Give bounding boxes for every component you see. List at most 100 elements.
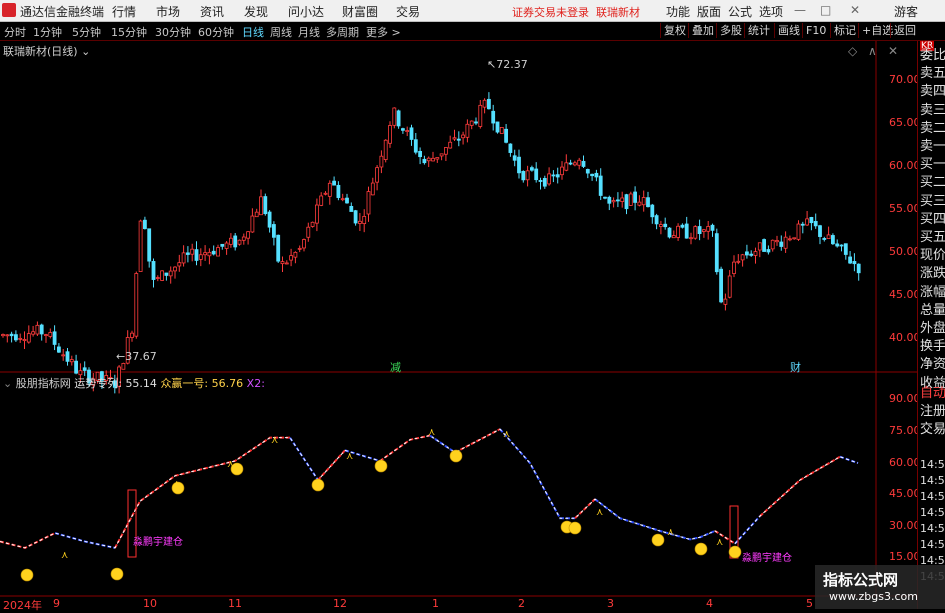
candle-body bbox=[702, 229, 706, 232]
close-pane-icon[interactable]: ✕ bbox=[888, 44, 898, 58]
menu-item-function[interactable]: 功能 bbox=[666, 3, 690, 20]
menu-item-wealth[interactable]: 财富圈 bbox=[342, 3, 378, 20]
candle-body bbox=[370, 182, 375, 196]
button-stats[interactable]: 统计 bbox=[744, 23, 773, 38]
button-draw[interactable]: 画线 bbox=[774, 23, 803, 38]
period-tab-60min[interactable]: 60分钟 bbox=[198, 24, 234, 40]
candle-body bbox=[452, 137, 457, 140]
chevron-down-icon[interactable]: ⌄ bbox=[81, 45, 90, 58]
period-tab-monthly[interactable]: 月线 bbox=[298, 24, 320, 40]
button-fuquan[interactable]: 复权 bbox=[660, 23, 689, 38]
candle-body bbox=[538, 180, 543, 182]
candle-body bbox=[491, 110, 496, 124]
menu-item-discover[interactable]: 发现 bbox=[244, 3, 268, 20]
candle-body bbox=[689, 237, 693, 240]
arrow-icon: ⋏ bbox=[716, 537, 723, 548]
candle-body bbox=[607, 196, 612, 204]
close-icon[interactable]: ✕ bbox=[850, 3, 860, 17]
menu-item-market[interactable]: 市场 bbox=[156, 3, 180, 20]
minimize-icon[interactable]: — bbox=[794, 3, 806, 17]
ind-tick: 60.00 bbox=[889, 456, 921, 469]
candle-body bbox=[663, 223, 668, 228]
quote-label: 卖五 bbox=[920, 66, 945, 82]
candle-body bbox=[732, 261, 736, 274]
button-overlay[interactable]: 叠加 bbox=[688, 23, 717, 38]
candle-body bbox=[714, 233, 719, 273]
period-tab-fenshi[interactable]: 分时 bbox=[4, 24, 26, 40]
smiley-icon bbox=[374, 459, 388, 473]
period-tab-multi[interactable]: 多周期 bbox=[326, 24, 359, 40]
chevron-down-icon[interactable]: ⌄ bbox=[3, 377, 12, 390]
candle-body bbox=[521, 171, 526, 181]
panel-label[interactable]: 交易 bbox=[920, 423, 945, 436]
chart-area[interactable]: ⋏ ⋏ ⋏ ⋏ ⋏ ⋏ ⋏ ⋏ ⋏ ⋏ bbox=[0, 41, 917, 609]
indicator-line bbox=[759, 455, 841, 517]
candle-body bbox=[276, 234, 281, 262]
candle-body bbox=[52, 331, 57, 345]
smiley-icon bbox=[449, 449, 463, 463]
candle-body bbox=[332, 180, 337, 186]
menu-item-ask[interactable]: 问小达 bbox=[288, 3, 324, 20]
period-tab-more[interactable]: 更多 > bbox=[366, 24, 401, 40]
candle-body bbox=[805, 218, 809, 226]
marker-reduce[interactable]: 减 bbox=[390, 359, 401, 375]
candle-body bbox=[190, 248, 195, 255]
expand-icon[interactable]: ◇ bbox=[848, 44, 857, 58]
period-tab-1min[interactable]: 1分钟 bbox=[33, 24, 62, 40]
candle-body bbox=[542, 178, 547, 187]
candle-body bbox=[280, 261, 285, 265]
candle-body bbox=[641, 197, 646, 206]
quote-label: 净资 bbox=[920, 357, 945, 373]
candle-body bbox=[796, 223, 801, 240]
candle-body bbox=[555, 174, 560, 178]
restore-icon[interactable]: □ bbox=[820, 3, 831, 17]
menu-item-formula[interactable]: 公式 bbox=[728, 3, 752, 20]
candle-body bbox=[216, 247, 220, 257]
period-tab-daily[interactable]: 日线 bbox=[242, 24, 264, 40]
candle-body bbox=[26, 333, 31, 343]
candle-body bbox=[357, 220, 362, 224]
candle-body bbox=[151, 261, 156, 280]
date-tick: 5 bbox=[806, 597, 813, 610]
candle-body bbox=[443, 147, 448, 155]
indicator-name1: 运势专列: bbox=[74, 377, 122, 390]
guest-label[interactable]: 游客 bbox=[894, 3, 918, 20]
menu-item-layout[interactable]: 版面 bbox=[697, 3, 721, 20]
button-back[interactable]: 返回 bbox=[890, 23, 919, 38]
candle-body bbox=[616, 199, 620, 202]
date-tick: 11 bbox=[228, 597, 242, 610]
chart-title: 联瑞新材(日线) ⌄ bbox=[3, 45, 91, 58]
candle-body bbox=[577, 159, 582, 166]
watermark-title: 指标公式网 bbox=[823, 571, 899, 589]
candle-body bbox=[267, 211, 272, 228]
menu-item-trade[interactable]: 交易 bbox=[396, 3, 420, 20]
candle-body bbox=[727, 275, 732, 298]
button-f10[interactable]: F10 bbox=[802, 23, 829, 38]
indicator-line bbox=[114, 436, 290, 549]
period-tab-15min[interactable]: 15分钟 bbox=[111, 24, 147, 40]
candle-body bbox=[800, 223, 805, 226]
candle-body bbox=[560, 166, 564, 176]
menu-item-options[interactable]: 选项 bbox=[759, 3, 783, 20]
marker-finance[interactable]: 财 bbox=[790, 359, 801, 375]
button-multistock[interactable]: 多股 bbox=[716, 23, 745, 38]
period-tab-30min[interactable]: 30分钟 bbox=[155, 24, 191, 40]
smiley-icon bbox=[728, 545, 742, 559]
panel-label[interactable]: 注册 bbox=[920, 405, 945, 418]
tools-icon[interactable]: ∧ bbox=[868, 44, 877, 58]
candle-body bbox=[138, 220, 143, 272]
candle-body bbox=[633, 191, 637, 203]
candle-body bbox=[413, 139, 418, 153]
candle-body bbox=[345, 197, 349, 204]
menu-item-quotes[interactable]: 行情 bbox=[112, 3, 136, 20]
date-tick: 12 bbox=[333, 597, 347, 610]
menu-item-news[interactable]: 资讯 bbox=[200, 3, 224, 20]
period-tab-5min[interactable]: 5分钟 bbox=[72, 24, 101, 40]
candle-body bbox=[573, 162, 577, 166]
button-mark[interactable]: 标记 bbox=[830, 23, 859, 38]
candle-body bbox=[375, 167, 380, 183]
period-tab-weekly[interactable]: 周线 bbox=[270, 24, 292, 40]
indicator-series bbox=[0, 428, 859, 559]
panel-label[interactable]: 自动 bbox=[920, 387, 945, 400]
date-tick: 2 bbox=[518, 597, 525, 610]
